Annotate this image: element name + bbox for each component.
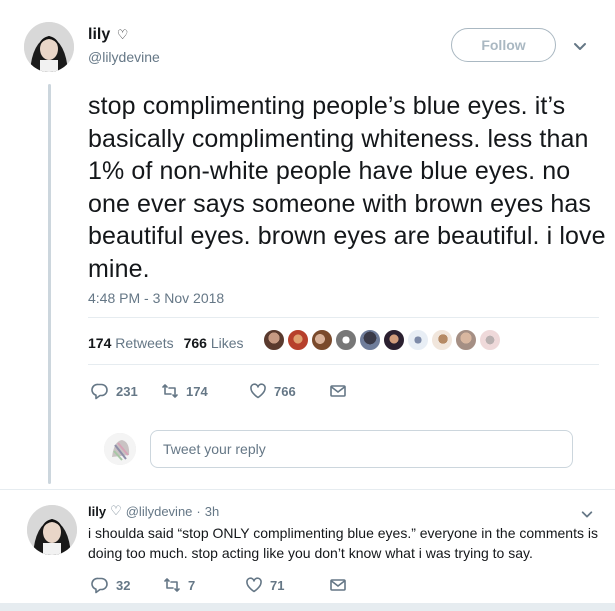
reply-time[interactable]: 3h [205,504,219,519]
liker-avatar[interactable] [263,329,285,351]
section-divider [0,603,615,611]
liker-avatar[interactable] [359,329,381,351]
reply-display-name[interactable]: lily [88,504,106,519]
retweets-stat[interactable]: 174 Retweets [88,335,174,351]
retweet-icon [162,384,178,398]
envelope-icon [330,579,346,591]
avatar[interactable] [24,22,74,72]
reply-header: lily ♡ @lilydevine · 3h [88,503,219,519]
retweet-count: 174 [186,383,208,399]
divider [88,364,599,365]
reply-action[interactable]: 231 [91,382,161,400]
tweet-timestamp[interactable]: 4:48 PM - 3 Nov 2018 [88,290,224,306]
liker-avatar[interactable] [407,329,429,351]
retweet-action[interactable]: 174 [161,382,249,400]
reply-text: i shoulda said “stop ONLY complimenting … [88,525,598,561]
likes-label: Likes [210,335,244,351]
user-handle[interactable]: @lilydevine [88,49,160,65]
reply-input[interactable] [150,430,573,468]
tweet-text: stop complimenting people’s blue eyes. i… [88,92,606,283]
display-name[interactable]: lily ♡ [88,26,128,44]
retweets-count: 174 [88,335,112,351]
tweet-stats: 174 Retweets 766 Likes [88,335,244,351]
retweets-label: Retweets [115,335,174,351]
retweet-action[interactable]: 7 [163,576,245,594]
envelope-icon [330,385,346,397]
reply-avatar[interactable] [27,505,77,555]
liker-avatar[interactable] [479,329,501,351]
heart-icon [246,577,262,593]
reply-handle[interactable]: @lilydevine [126,504,193,519]
likes-stat[interactable]: 766 Likes [184,335,244,351]
reply-actions: 32 7 71 [91,576,347,594]
follow-button[interactable]: Follow [451,28,556,62]
chevron-down-icon[interactable] [572,38,588,54]
likers-avatars [263,329,501,351]
like-action[interactable]: 766 [249,382,329,400]
liker-avatar[interactable] [335,329,357,351]
dm-action[interactable] [329,382,347,400]
reply-action[interactable]: 32 [91,576,163,594]
liker-avatar[interactable] [455,329,477,351]
dm-action[interactable] [329,576,347,594]
reply-count: 231 [116,383,138,399]
heart-badge: ♡ [110,503,122,518]
liker-avatar[interactable] [383,329,405,351]
retweet-icon [164,578,180,592]
tweet-actions: 231 174 766 [91,382,347,400]
reply-icon [91,577,108,594]
liker-avatar[interactable] [431,329,453,351]
divider [0,489,615,490]
heart-icon [250,383,266,399]
display-name-text[interactable]: lily [88,26,110,43]
like-action[interactable]: 71 [245,576,329,594]
heart-badge: ♡ [116,27,129,42]
current-user-avatar [104,433,136,465]
liker-avatar[interactable] [311,329,333,351]
retweet-count: 7 [188,577,196,593]
thread-line [48,84,51,484]
liker-avatar[interactable] [287,329,309,351]
like-count: 766 [274,383,296,399]
divider [88,317,599,318]
chevron-down-icon[interactable] [580,507,594,521]
separator: · [196,503,201,519]
likes-count: 766 [183,335,207,351]
tweet-page: lily ♡ @lilydevine Follow stop complimen… [0,0,615,611]
reply-icon [91,383,108,400]
like-count: 71 [270,577,285,593]
reply-count: 32 [116,577,131,593]
